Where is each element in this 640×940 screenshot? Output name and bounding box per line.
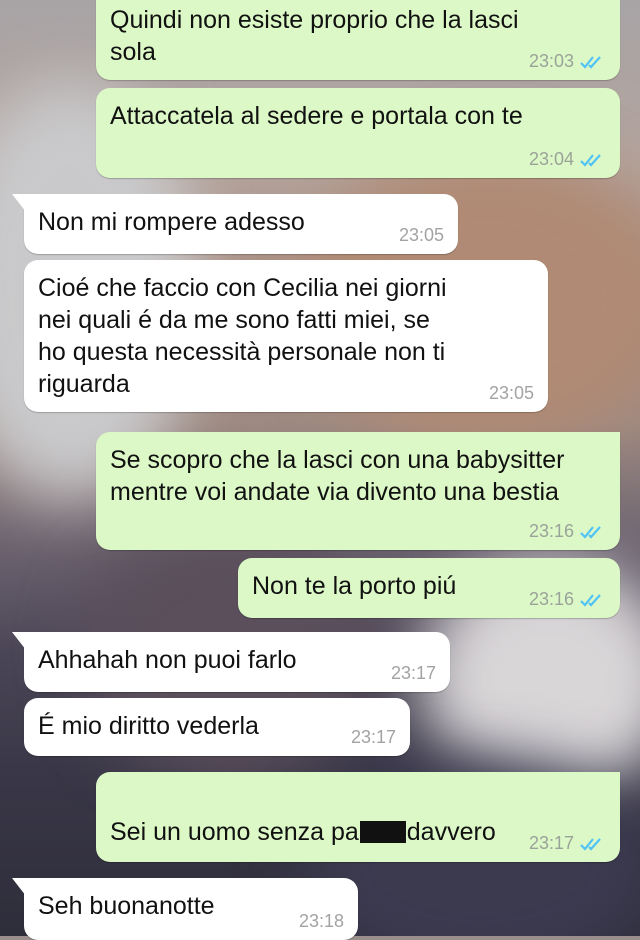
double-check-icon	[580, 525, 601, 539]
message-text: Ahhahah non puoi farlo	[38, 646, 297, 674]
message-meta: 23:16	[529, 521, 606, 542]
message-text: É mio diritto vederla	[38, 712, 259, 740]
message-meta: 23:16	[529, 589, 606, 610]
message-time: 23:18	[298, 911, 344, 931]
message-meta: 23:05	[399, 225, 444, 246]
message-bubble-incoming[interactable]: É mio diritto vederla 23:17	[24, 698, 410, 756]
double-check-icon	[580, 593, 601, 607]
message-meta: 23:18	[299, 911, 344, 932]
message-bubble-outgoing[interactable]: Quindi non esiste proprio che la lasci s…	[96, 0, 620, 80]
message-time: 23:16	[528, 589, 574, 609]
bubble-tail	[12, 878, 26, 896]
message-bubble-outgoing[interactable]: Sei un uomo senza pa davvero 23:17	[96, 772, 620, 862]
message-text: Non mi rompere adesso	[38, 208, 305, 236]
message-meta: 23:03	[529, 51, 606, 72]
bubble-tail	[12, 194, 26, 212]
message-time: 23:17	[390, 663, 436, 683]
message-meta: 23:05	[489, 383, 534, 404]
message-bubble-outgoing[interactable]: Attaccatela al sedere e portala con te 2…	[96, 88, 620, 178]
message-time: 23:17	[528, 833, 574, 853]
message-text: Seh buonanotte	[38, 892, 215, 920]
message-time: 23:04	[528, 149, 574, 169]
message-time: 23:03	[528, 51, 574, 71]
message-text-part: Sei un uomo senza pa	[110, 818, 359, 846]
message-text: Quindi non esiste proprio che la lasci s…	[110, 6, 519, 66]
bubble-tail	[12, 632, 26, 650]
double-check-icon	[580, 55, 601, 69]
message-text: Cioé che faccio con Cecilia nei giorni n…	[38, 274, 447, 398]
double-check-icon	[580, 837, 601, 851]
message-meta: 23:04	[529, 149, 606, 170]
message-text: Non te la porto piú	[252, 572, 457, 600]
message-time: 23:05	[398, 225, 444, 245]
redaction-block	[359, 821, 406, 843]
message-text: Se scopro che la lasci con una babysitte…	[110, 446, 565, 506]
message-meta: 23:17	[351, 727, 396, 748]
message-time: 23:05	[488, 383, 534, 403]
message-bubble-outgoing[interactable]: Non te la porto piú 23:16	[238, 558, 620, 618]
message-bubble-incoming[interactable]: Seh buonanotte 23:18	[12, 878, 358, 940]
message-bubble-incoming[interactable]: Non mi rompere adesso 23:05	[12, 194, 458, 254]
message-bubble-outgoing[interactable]: Se scopro che la lasci con una babysitte…	[96, 432, 620, 550]
message-text: Sei un uomo senza pa davvero	[110, 784, 496, 848]
message-text-part: davvero	[406, 818, 496, 846]
double-check-icon	[580, 153, 601, 167]
message-time: 23:16	[528, 521, 574, 541]
message-text: Attaccatela al sedere e portala con te	[110, 102, 523, 130]
message-meta: 23:17	[391, 663, 436, 684]
message-bubble-incoming[interactable]: Ahhahah non puoi farlo 23:17	[12, 632, 450, 692]
message-bubble-incoming[interactable]: Cioé che faccio con Cecilia nei giorni n…	[24, 260, 548, 412]
message-time: 23:17	[350, 727, 396, 747]
message-meta: 23:17	[529, 833, 606, 854]
